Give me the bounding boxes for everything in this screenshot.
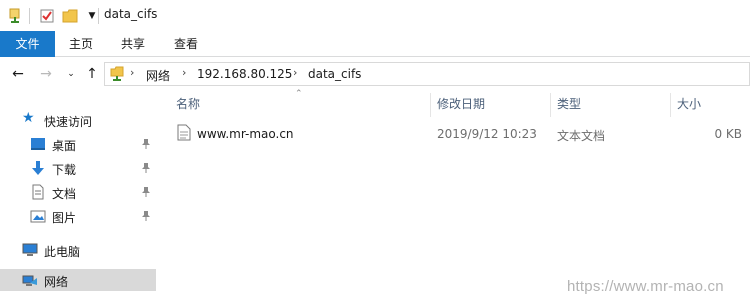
sidebar-item-label: 网络 xyxy=(44,275,69,289)
recent-locations-chevron-icon[interactable]: ⌄ xyxy=(62,65,80,83)
sidebar-item-label: 桌面 xyxy=(52,139,77,153)
column-header-modified[interactable]: 修改日期 xyxy=(437,91,485,117)
crumb-separator-icon: › xyxy=(182,66,187,79)
file-size: 0 KB xyxy=(714,127,742,141)
document-icon xyxy=(32,184,44,200)
column-header-type[interactable]: 类型 xyxy=(557,91,581,117)
table-row[interactable]: www.mr-mao.cn 2019/9/12 10:23 文本文档 0 KB xyxy=(173,122,750,144)
computer-icon xyxy=(22,243,38,256)
sidebar-item-label: 下载 xyxy=(52,163,77,177)
forward-arrow-icon[interactable]: → xyxy=(37,65,55,83)
crumb-host[interactable]: 192.168.80.125 xyxy=(197,67,292,81)
picture-icon xyxy=(30,210,46,223)
watermark: https://www.mr-mao.cn xyxy=(567,278,724,295)
navigation-pane: ★ 快速访问 桌面 下载 文档 图片 此电脑 网络 xyxy=(0,91,156,303)
column-divider[interactable] xyxy=(550,93,551,117)
network-folder-icon xyxy=(110,66,124,81)
tab-view[interactable]: 查看 xyxy=(159,31,213,57)
file-list: ⌃ 名称 修改日期 类型 大小 www.mr-mao.cn 2019/9/12 … xyxy=(160,89,750,303)
new-folder-icon[interactable] xyxy=(62,8,78,24)
sidebar-item-label: 快速访问 xyxy=(44,115,93,129)
pin-icon[interactable] xyxy=(141,210,151,222)
ribbon-tabs: 文件 主页 共享 查看 xyxy=(0,31,750,57)
column-header-size[interactable]: 大小 xyxy=(677,91,701,117)
window-title: data_cifs xyxy=(104,7,158,21)
title-bar: ▼ data_cifs xyxy=(0,0,750,31)
tab-file[interactable]: 文件 xyxy=(0,31,55,57)
desktop-icon xyxy=(31,138,45,150)
crumb-separator-icon: › xyxy=(130,66,135,79)
network-icon xyxy=(22,275,37,286)
pin-icon[interactable] xyxy=(141,138,151,150)
up-arrow-icon[interactable]: ↑ xyxy=(83,65,101,83)
sidebar-item-label: 此电脑 xyxy=(44,245,81,259)
pin-icon[interactable] xyxy=(141,186,151,198)
pin-icon[interactable] xyxy=(141,162,151,174)
sidebar-item-network[interactable]: 网络 xyxy=(0,269,156,291)
sidebar-item-pictures[interactable]: 图片 xyxy=(0,205,156,227)
qat-separator-2 xyxy=(98,8,99,24)
qat-separator xyxy=(29,8,30,24)
sidebar-item-label: 图片 xyxy=(52,211,77,225)
checklist-icon[interactable] xyxy=(39,8,55,24)
sidebar-item-documents[interactable]: 文档 xyxy=(0,181,156,203)
star-icon: ★ xyxy=(22,110,35,126)
file-name: www.mr-mao.cn xyxy=(197,127,294,141)
address-row: ← → ⌄ ↑ › 网络 › 192.168.80.125 › data_cif… xyxy=(0,58,750,91)
crumb-share[interactable]: data_cifs xyxy=(308,67,361,81)
sort-ascending-icon: ⌃ xyxy=(295,89,303,99)
download-arrow-icon xyxy=(32,161,44,175)
column-divider[interactable] xyxy=(670,93,671,117)
column-divider[interactable] xyxy=(430,93,431,117)
column-header-name[interactable]: 名称 xyxy=(176,91,200,117)
tab-share[interactable]: 共享 xyxy=(107,31,159,57)
crumb-network[interactable]: 网络 xyxy=(146,67,170,84)
back-arrow-icon[interactable]: ← xyxy=(9,65,27,83)
sidebar-item-label: 文档 xyxy=(52,187,77,201)
pane-divider[interactable] xyxy=(156,91,157,303)
text-file-icon xyxy=(177,124,191,141)
tab-home[interactable]: 主页 xyxy=(55,31,107,57)
crumb-separator-icon: › xyxy=(293,66,298,79)
file-modified: 2019/9/12 10:23 xyxy=(437,127,537,141)
sidebar-item-desktop[interactable]: 桌面 xyxy=(0,133,156,155)
sidebar-item-quick-access[interactable]: ★ 快速访问 xyxy=(0,109,156,131)
sidebar-item-downloads[interactable]: 下载 xyxy=(0,157,156,179)
address-bar[interactable]: › 网络 › 192.168.80.125 › data_cifs xyxy=(104,62,750,86)
properties-icon[interactable] xyxy=(7,8,23,24)
sidebar-item-this-pc[interactable]: 此电脑 xyxy=(0,239,156,261)
file-type: 文本文档 xyxy=(557,129,606,143)
